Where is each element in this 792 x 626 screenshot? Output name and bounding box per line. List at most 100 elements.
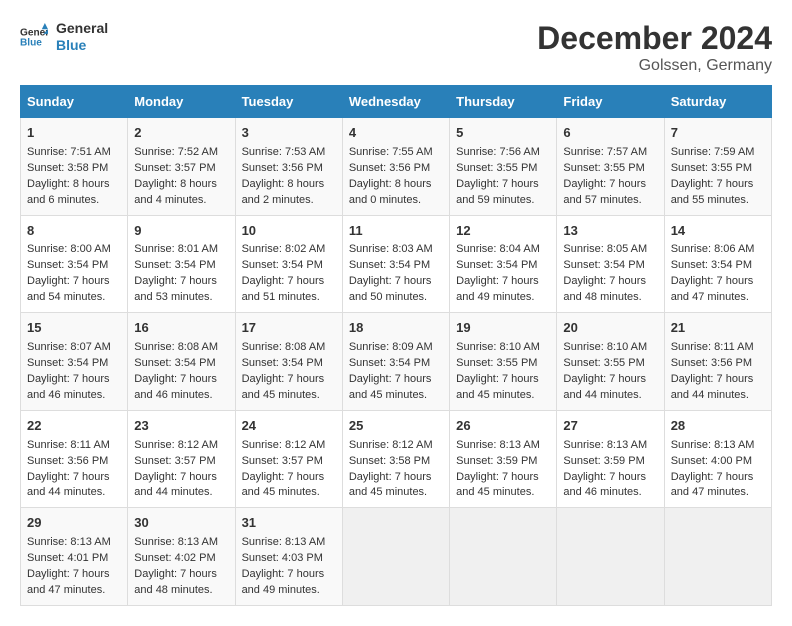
table-row: 8Sunrise: 8:00 AMSunset: 3:54 PMDaylight…: [21, 215, 128, 313]
table-row: 11Sunrise: 8:03 AMSunset: 3:54 PMDayligh…: [342, 215, 449, 313]
daylight-text: Daylight: 7 hours and 55 minutes.: [671, 178, 754, 206]
sunrise-text: Sunrise: 8:13 AM: [456, 439, 540, 451]
sunrise-text: Sunrise: 8:07 AM: [27, 341, 111, 353]
daylight-text: Daylight: 7 hours and 46 minutes.: [27, 373, 110, 401]
calendar-header-row: Sunday Monday Tuesday Wednesday Thursday…: [21, 86, 772, 118]
sunset-text: Sunset: 4:03 PM: [242, 552, 323, 564]
day-number: 27: [563, 417, 657, 436]
table-row: 3Sunrise: 7:53 AMSunset: 3:56 PMDaylight…: [235, 118, 342, 216]
table-row: 21Sunrise: 8:11 AMSunset: 3:56 PMDayligh…: [664, 313, 771, 411]
sunrise-text: Sunrise: 8:10 AM: [456, 341, 540, 353]
page-header: General Blue General Blue December 2024 …: [20, 20, 772, 75]
sunset-text: Sunset: 3:59 PM: [563, 455, 644, 467]
table-row: 24Sunrise: 8:12 AMSunset: 3:57 PMDayligh…: [235, 410, 342, 508]
calendar-row-4: 22Sunrise: 8:11 AMSunset: 3:56 PMDayligh…: [21, 410, 772, 508]
sunset-text: Sunset: 3:55 PM: [671, 162, 752, 174]
sunrise-text: Sunrise: 7:51 AM: [27, 146, 111, 158]
day-number: 22: [27, 417, 121, 436]
sunrise-text: Sunrise: 8:13 AM: [134, 536, 218, 548]
table-row: 14Sunrise: 8:06 AMSunset: 3:54 PMDayligh…: [664, 215, 771, 313]
sunrise-text: Sunrise: 8:13 AM: [671, 439, 755, 451]
sunset-text: Sunset: 3:55 PM: [563, 162, 644, 174]
sunrise-text: Sunrise: 8:12 AM: [349, 439, 433, 451]
daylight-text: Daylight: 7 hours and 51 minutes.: [242, 275, 325, 303]
day-number: 26: [456, 417, 550, 436]
logo: General Blue General Blue: [20, 20, 108, 54]
sunrise-text: Sunrise: 8:13 AM: [242, 536, 326, 548]
table-row: 5Sunrise: 7:56 AMSunset: 3:55 PMDaylight…: [450, 118, 557, 216]
day-number: 10: [242, 222, 336, 241]
table-row: 12Sunrise: 8:04 AMSunset: 3:54 PMDayligh…: [450, 215, 557, 313]
daylight-text: Daylight: 7 hours and 54 minutes.: [27, 275, 110, 303]
daylight-text: Daylight: 7 hours and 45 minutes.: [242, 471, 325, 499]
day-number: 2: [134, 124, 228, 143]
daylight-text: Daylight: 7 hours and 49 minutes.: [242, 568, 325, 596]
table-row: 16Sunrise: 8:08 AMSunset: 3:54 PMDayligh…: [128, 313, 235, 411]
calendar-table: Sunday Monday Tuesday Wednesday Thursday…: [20, 85, 772, 606]
sunrise-text: Sunrise: 7:57 AM: [563, 146, 647, 158]
sunset-text: Sunset: 3:59 PM: [456, 455, 537, 467]
col-friday: Friday: [557, 86, 664, 118]
sunrise-text: Sunrise: 8:08 AM: [134, 341, 218, 353]
table-row: 25Sunrise: 8:12 AMSunset: 3:58 PMDayligh…: [342, 410, 449, 508]
col-saturday: Saturday: [664, 86, 771, 118]
sunset-text: Sunset: 3:54 PM: [563, 259, 644, 271]
daylight-text: Daylight: 7 hours and 48 minutes.: [134, 568, 217, 596]
day-number: 18: [349, 319, 443, 338]
sunrise-text: Sunrise: 7:59 AM: [671, 146, 755, 158]
daylight-text: Daylight: 7 hours and 45 minutes.: [349, 471, 432, 499]
daylight-text: Daylight: 8 hours and 6 minutes.: [27, 178, 110, 206]
daylight-text: Daylight: 7 hours and 47 minutes.: [27, 568, 110, 596]
daylight-text: Daylight: 7 hours and 45 minutes.: [456, 373, 539, 401]
day-number: 25: [349, 417, 443, 436]
sunrise-text: Sunrise: 8:01 AM: [134, 243, 218, 255]
table-row: 1Sunrise: 7:51 AMSunset: 3:58 PMDaylight…: [21, 118, 128, 216]
sunset-text: Sunset: 3:55 PM: [456, 162, 537, 174]
day-number: 23: [134, 417, 228, 436]
sunset-text: Sunset: 3:55 PM: [456, 357, 537, 369]
sunset-text: Sunset: 3:54 PM: [134, 357, 215, 369]
table-row: 31Sunrise: 8:13 AMSunset: 4:03 PMDayligh…: [235, 508, 342, 606]
col-wednesday: Wednesday: [342, 86, 449, 118]
sunrise-text: Sunrise: 8:05 AM: [563, 243, 647, 255]
day-number: 14: [671, 222, 765, 241]
daylight-text: Daylight: 7 hours and 48 minutes.: [563, 275, 646, 303]
sunrise-text: Sunrise: 8:03 AM: [349, 243, 433, 255]
daylight-text: Daylight: 7 hours and 46 minutes.: [563, 471, 646, 499]
day-number: 17: [242, 319, 336, 338]
day-number: 1: [27, 124, 121, 143]
daylight-text: Daylight: 7 hours and 45 minutes.: [456, 471, 539, 499]
table-row: 15Sunrise: 8:07 AMSunset: 3:54 PMDayligh…: [21, 313, 128, 411]
sunrise-text: Sunrise: 8:12 AM: [242, 439, 326, 451]
calendar-row-3: 15 Sunrise: 8:07 AM Sunset: 3:54 PM Dayligh…: [21, 313, 772, 411]
daylight-text: Daylight: 8 hours and 4 minutes.: [134, 178, 217, 206]
sunset-text: Sunset: 3:54 PM: [134, 259, 215, 271]
day-number: 20: [563, 319, 657, 338]
sunrise-text: Sunrise: 7:52 AM: [134, 146, 218, 158]
daylight-text: Daylight: 7 hours and 44 minutes.: [134, 471, 217, 499]
title-area: December 2024 Golssen, Germany: [537, 20, 772, 75]
col-sunday: Sunday: [21, 86, 128, 118]
day-number: 3: [242, 124, 336, 143]
sunrise-text: Sunrise: 8:02 AM: [242, 243, 326, 255]
day-number: 16: [134, 319, 228, 338]
daylight-text: Daylight: 7 hours and 57 minutes.: [563, 178, 646, 206]
sunset-text: Sunset: 3:56 PM: [242, 162, 323, 174]
sunset-text: Sunset: 3:55 PM: [563, 357, 644, 369]
sunset-text: Sunset: 3:56 PM: [349, 162, 430, 174]
daylight-text: Daylight: 8 hours and 0 minutes.: [349, 178, 432, 206]
table-row: [557, 508, 664, 606]
day-number: 19: [456, 319, 550, 338]
table-row: 7Sunrise: 7:59 AMSunset: 3:55 PMDaylight…: [664, 118, 771, 216]
sunset-text: Sunset: 3:54 PM: [349, 259, 430, 271]
table-row: 6Sunrise: 7:57 AMSunset: 3:55 PMDaylight…: [557, 118, 664, 216]
daylight-text: Daylight: 7 hours and 45 minutes.: [242, 373, 325, 401]
daylight-text: Daylight: 7 hours and 49 minutes.: [456, 275, 539, 303]
sunset-text: Sunset: 3:56 PM: [27, 455, 108, 467]
table-row: 9Sunrise: 8:01 AMSunset: 3:54 PMDaylight…: [128, 215, 235, 313]
logo-text-general: General: [56, 20, 108, 37]
day-number: 15: [27, 319, 121, 338]
sunset-text: Sunset: 4:00 PM: [671, 455, 752, 467]
sunset-text: Sunset: 3:54 PM: [27, 259, 108, 271]
daylight-text: Daylight: 7 hours and 50 minutes.: [349, 275, 432, 303]
